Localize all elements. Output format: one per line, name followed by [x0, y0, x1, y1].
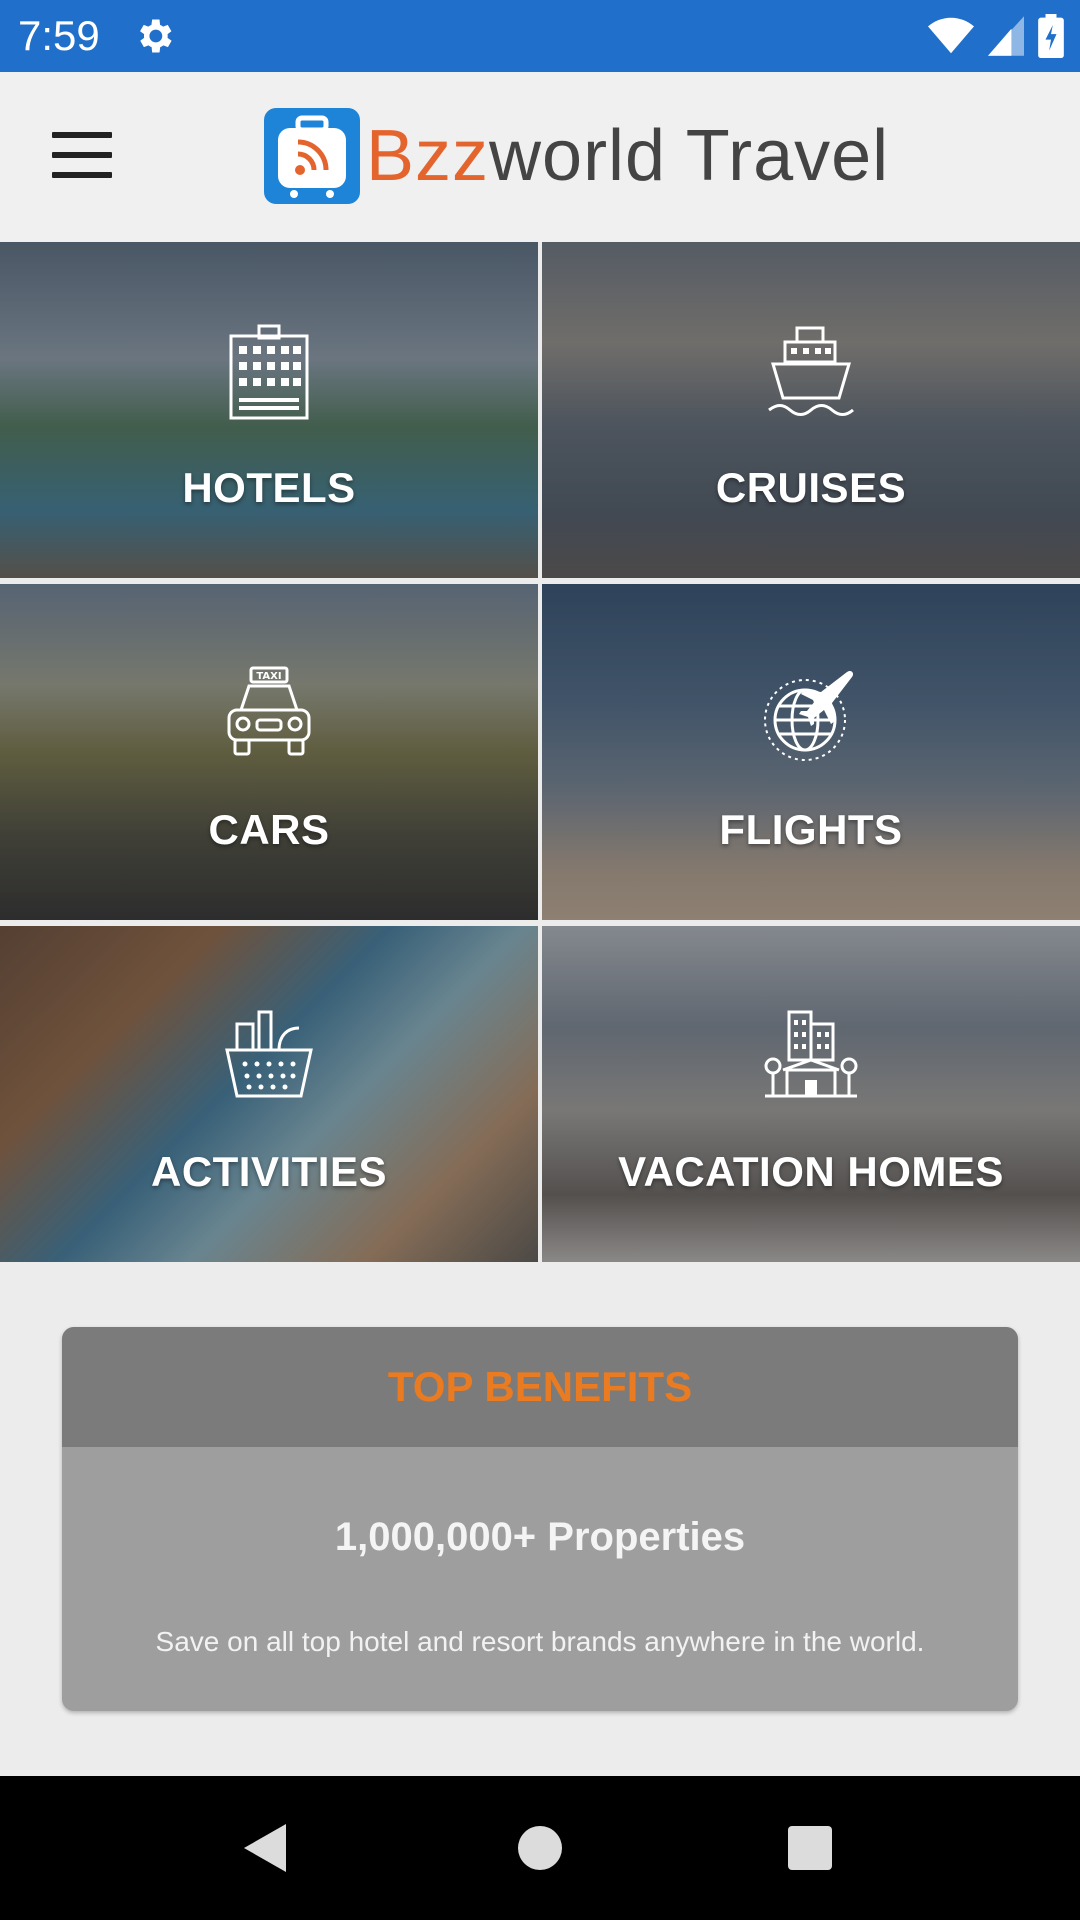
category-label: HOTELS — [182, 464, 356, 511]
cruise-ship-icon — [768, 326, 854, 416]
taxi-car-icon: TAXI — [227, 666, 311, 756]
category-grid: HOTELS CRUISES TAXI CARS FLIGHTS ACTIVIT… — [0, 242, 1080, 1262]
home-icon[interactable] — [510, 1818, 570, 1878]
city-house-icon — [764, 1010, 858, 1098]
app-logo: Bzzworld Travel — [264, 108, 889, 204]
category-cruises[interactable]: CRUISES — [542, 242, 1080, 578]
category-flights[interactable]: FLIGHTS — [542, 584, 1080, 920]
hotel-building-icon — [229, 324, 309, 420]
category-label: FLIGHTS — [719, 806, 903, 853]
category-label: VACATION HOMES — [618, 1148, 1004, 1195]
category-cars[interactable]: TAXI CARS — [0, 584, 538, 920]
benefits-text: Save on all top hotel and resort brands … — [155, 1626, 925, 1657]
category-activities[interactable]: ACTIVITIES — [0, 926, 538, 1262]
gear-icon — [140, 19, 172, 53]
globe-airplane-icon — [764, 670, 854, 761]
category-label: ACTIVITIES — [150, 1148, 388, 1195]
benefits-title: TOP BENEFITS — [387, 1363, 693, 1410]
benefits-heading: 1,000,000+ Properties — [334, 1515, 746, 1559]
hamburger-menu-icon[interactable] — [52, 132, 112, 178]
category-label: CARS — [208, 806, 330, 853]
svg-text:TAXI: TAXI — [256, 671, 281, 682]
signal-icon — [988, 16, 1024, 56]
category-hotels[interactable]: HOTELS — [0, 242, 538, 578]
logo-suitcase-icon — [264, 108, 360, 204]
logo-text: Bzzworld Travel — [366, 116, 890, 196]
status-bar: 7:59 — [0, 0, 1080, 72]
picnic-basket-icon — [225, 1010, 313, 1098]
system-nav-bar — [0, 1776, 1080, 1920]
status-time: 7:59 — [18, 12, 100, 59]
category-label: CRUISES — [715, 464, 907, 511]
back-icon[interactable] — [236, 1818, 296, 1878]
wifi-icon — [928, 17, 974, 54]
top-benefits-card: TOP BENEFITS 1,000,000+ Properties Save … — [62, 1327, 1018, 1711]
category-vacation-homes[interactable]: VACATION HOMES — [542, 926, 1080, 1262]
recents-icon[interactable] — [780, 1818, 840, 1878]
benefits-header: TOP BENEFITS — [62, 1327, 1018, 1447]
battery-charging-icon — [1038, 14, 1064, 58]
app-bar: Bzzworld Travel — [0, 72, 1080, 242]
